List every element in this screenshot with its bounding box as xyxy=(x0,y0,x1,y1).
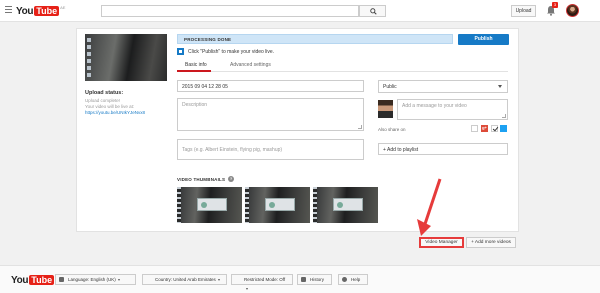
language-label: Language: English (UK) xyxy=(68,277,116,282)
country-label: Country: United Arab Emirates xyxy=(155,277,216,282)
history-label: History xyxy=(310,277,325,282)
twitter-icon[interactable] xyxy=(500,125,507,132)
resize-handle-icon[interactable] xyxy=(358,125,362,129)
avatar[interactable] xyxy=(566,4,579,17)
menu-icon[interactable] xyxy=(5,6,12,13)
share-checkbox-checked[interactable] xyxy=(491,125,498,132)
add-to-playlist-button[interactable]: + Add to playlist xyxy=(378,143,508,155)
thumbnail-option[interactable] xyxy=(177,187,242,223)
search-button[interactable] xyxy=(359,5,386,17)
search-icon xyxy=(370,8,377,15)
description-field[interactable]: Description xyxy=(177,98,364,131)
tab-basic-info[interactable]: Basic info xyxy=(185,62,207,68)
notification-badge: 3 xyxy=(552,2,558,8)
add-more-videos-button[interactable]: + Add more videos xyxy=(466,237,516,248)
video-link[interactable]: https://youtu.be/UNIkYJeNvx8 xyxy=(85,110,165,116)
help-icon[interactable]: ? xyxy=(228,176,235,182)
share-checkbox[interactable] xyxy=(471,125,478,132)
help-button[interactable]: Help xyxy=(338,274,368,285)
message-placeholder: Add a message to your video xyxy=(402,103,467,109)
publish-button[interactable]: Publish xyxy=(458,34,509,45)
publish-hint-text: Click "Publish" to make your video live. xyxy=(188,48,275,55)
logo-you: You xyxy=(16,5,34,17)
processing-status-text: PROCESSING DONE xyxy=(184,37,232,42)
restricted-mode-label: Restricted Mode: Off xyxy=(244,277,286,282)
thumbnail-option[interactable] xyxy=(313,187,378,223)
tags-placeholder: Tags (e.g. Albert Einstein, flying pig, … xyxy=(182,147,283,153)
privacy-value: Public xyxy=(383,84,397,90)
upload-status: Upload status: Upload complete! Your vid… xyxy=(85,90,165,116)
publish-hint: Click "Publish" to make your video live. xyxy=(177,48,274,55)
video-thumbnails-heading: VIDEO THUMBNAILS ? xyxy=(177,176,235,182)
processing-status-bar: PROCESSING DONE xyxy=(177,34,453,44)
thumbnail-option[interactable] xyxy=(245,187,310,223)
footer-youtube-logo[interactable]: You Tube xyxy=(11,274,55,286)
chevron-down-icon xyxy=(246,287,248,290)
tab-advanced-settings[interactable]: Advanced settings xyxy=(230,62,271,68)
restricted-mode-button[interactable]: Restricted Mode: Off xyxy=(231,274,293,290)
privacy-select[interactable]: Public xyxy=(378,80,508,93)
footer-logo-you: You xyxy=(11,274,29,286)
share-message-field[interactable]: Add a message to your video xyxy=(397,99,508,120)
tags-field[interactable]: Tags (e.g. Albert Einstein, flying pig, … xyxy=(177,139,364,160)
chevron-down-icon xyxy=(498,85,502,88)
video-manager-button[interactable]: Video Manager xyxy=(419,237,464,248)
active-tab-indicator xyxy=(177,70,211,72)
info-icon xyxy=(177,48,184,55)
footer-logo-tube: Tube xyxy=(29,275,55,285)
video-preview xyxy=(85,34,167,81)
share-label: Also share on xyxy=(378,127,406,132)
google-plus-icon[interactable]: g+ xyxy=(481,125,488,132)
logo-region: AE xyxy=(60,5,66,10)
youtube-logo[interactable]: You Tube AE xyxy=(16,5,65,17)
description-placeholder: Description xyxy=(182,102,208,108)
title-field[interactable]: 2015 09 04 12 28 05 xyxy=(177,80,364,92)
upload-button[interactable]: Upload xyxy=(511,5,536,17)
resize-handle-icon[interactable] xyxy=(502,114,506,118)
language-icon xyxy=(59,277,64,282)
upload-status-title: Upload status: xyxy=(85,90,124,96)
help-label: Help xyxy=(351,277,361,282)
history-button[interactable]: History xyxy=(297,274,332,285)
video-thumbnails-title: VIDEO THUMBNAILS xyxy=(177,176,226,182)
channel-avatar xyxy=(378,100,393,118)
help-icon xyxy=(342,277,347,282)
top-bar: You Tube AE Upload 3 xyxy=(0,0,600,22)
search-input[interactable] xyxy=(101,5,359,17)
chevron-down-icon xyxy=(217,278,220,281)
history-icon xyxy=(301,277,306,282)
settings-tabs: Basic info Advanced settings xyxy=(177,59,508,72)
language-button[interactable]: Language: English (UK) xyxy=(55,274,136,285)
logo-tube: Tube xyxy=(34,6,60,16)
chevron-down-icon xyxy=(117,278,120,281)
country-button[interactable]: Country: United Arab Emirates xyxy=(142,274,227,285)
